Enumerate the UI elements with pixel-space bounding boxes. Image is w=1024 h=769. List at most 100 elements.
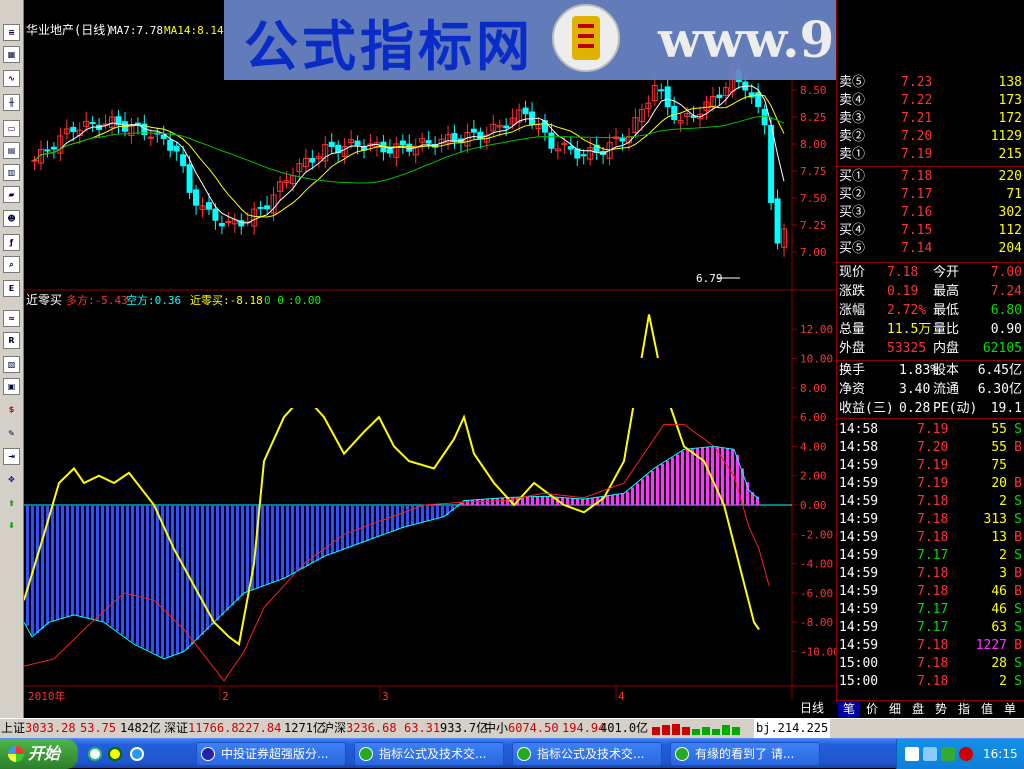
taskbar-item-2[interactable]: 指标公式及技术交... bbox=[354, 742, 504, 766]
quote-tab[interactable]: 价 bbox=[861, 701, 883, 718]
etf-icon[interactable]: E bbox=[3, 280, 20, 297]
tick-side: S bbox=[1014, 548, 1022, 563]
histogram-bar bbox=[26, 505, 29, 626]
bars-icon[interactable]: ▥ bbox=[3, 164, 20, 181]
line-chart-icon[interactable]: ∿ bbox=[3, 70, 20, 87]
hs-label: 沪深 bbox=[322, 721, 347, 735]
histogram-bar bbox=[141, 505, 144, 648]
show-desktop-icon[interactable] bbox=[88, 747, 102, 761]
histogram-bar bbox=[616, 494, 619, 505]
rsi-icon[interactable]: R bbox=[3, 332, 20, 349]
arrow-down-icon[interactable]: ⬇ bbox=[3, 518, 20, 535]
tick-volume: 20 bbox=[991, 476, 1007, 491]
chart-area[interactable]: 8.50 8.25 8.00 7.75 7.50 7.25 7.00 12.00 10.00 8.… bbox=[24, 0, 836, 718]
dollar-icon[interactable]: $ bbox=[3, 402, 20, 419]
histogram-bar bbox=[176, 505, 179, 655]
search-icon[interactable]: ⌕ bbox=[3, 256, 20, 273]
quote-tab[interactable]: 指 bbox=[953, 701, 975, 718]
exit-icon[interactable]: ⇥ bbox=[3, 448, 20, 465]
taskbar-item-1[interactable]: 中投证券超强版分... bbox=[196, 742, 346, 766]
calc-icon[interactable]: ▣ bbox=[3, 378, 20, 395]
shield-icon[interactable] bbox=[959, 747, 973, 761]
candle-body bbox=[658, 89, 665, 92]
arrow-up-icon[interactable]: ⬆ bbox=[3, 496, 20, 513]
network-icon[interactable] bbox=[923, 747, 937, 761]
candle-body bbox=[399, 140, 406, 146]
taskbar-item-4[interactable]: 有缘的看到了 请... bbox=[670, 742, 820, 766]
sz-value: 11766.8 bbox=[188, 721, 239, 735]
candle-body bbox=[451, 133, 458, 142]
histogram-bar bbox=[151, 505, 154, 653]
window-icon[interactable]: ▭ bbox=[3, 120, 20, 137]
quote-tab[interactable]: 单 bbox=[999, 701, 1021, 718]
quote-tab[interactable]: 势 bbox=[930, 701, 952, 718]
histogram-bar bbox=[421, 505, 424, 523]
ask-volume: 1129 bbox=[990, 129, 1022, 144]
wave-icon[interactable]: ≈ bbox=[3, 310, 20, 327]
tick-time: 14:59 bbox=[839, 476, 879, 491]
tick-volume: 3 bbox=[999, 566, 1007, 581]
bid-price: 7.16 bbox=[901, 205, 933, 220]
tick-volume: 313 bbox=[983, 512, 1007, 527]
folder-icon[interactable]: ▰ bbox=[3, 186, 20, 203]
users-icon[interactable]: ☻ bbox=[3, 210, 20, 227]
tick-time: 14:59 bbox=[839, 566, 879, 581]
histogram-bar bbox=[716, 446, 719, 505]
price-axis-label: 7.00 bbox=[800, 246, 827, 259]
bid-price: 7.18 bbox=[901, 169, 933, 184]
histogram-bar bbox=[201, 505, 204, 635]
candle-body bbox=[44, 149, 51, 152]
grid-icon[interactable]: ▦ bbox=[3, 46, 20, 63]
time-axis-label: 2 bbox=[222, 690, 229, 703]
sh-label: 上证 bbox=[1, 721, 26, 735]
tick-row: 14:59 7.18 13 B bbox=[837, 529, 1024, 547]
quote-tab[interactable]: 值 bbox=[976, 701, 998, 718]
histogram-bar bbox=[426, 505, 429, 522]
ie-icon[interactable] bbox=[130, 747, 144, 761]
quicklaunch-icon[interactable] bbox=[108, 747, 122, 761]
bid-label: 买④ bbox=[839, 223, 866, 238]
candle-body bbox=[386, 148, 393, 154]
histogram-bar bbox=[231, 505, 234, 606]
tray-icon[interactable] bbox=[905, 747, 919, 761]
histogram-bar bbox=[226, 505, 229, 611]
chart-canvas: 8.50 8.25 8.00 7.75 7.50 7.25 7.00 12.00 10.00 8.… bbox=[24, 0, 836, 715]
histogram-bar bbox=[626, 491, 629, 505]
kline-icon[interactable]: ╫ bbox=[3, 94, 20, 111]
histogram-bar bbox=[156, 505, 159, 655]
stat-value: 0.90 bbox=[990, 322, 1022, 337]
tool-icon[interactable]: ✎ bbox=[3, 426, 20, 443]
quote-list-icon[interactable]: ≡ bbox=[3, 24, 20, 41]
quote-tab[interactable]: 笔 bbox=[838, 701, 860, 718]
ind-axis-label: 12.00 bbox=[800, 323, 833, 336]
fundamental-row: 换手 1.83% 股本 6.45亿 bbox=[837, 362, 1024, 380]
chart-icon[interactable]: ▧ bbox=[3, 356, 20, 373]
tick-price: 7.19 bbox=[917, 422, 949, 437]
function-icon[interactable]: ƒ bbox=[3, 234, 20, 251]
tick-row: 14:58 7.20 55 B bbox=[837, 439, 1024, 457]
start-button[interactable]: 开始 bbox=[0, 739, 78, 769]
ask-price: 7.23 bbox=[901, 75, 933, 90]
quote-tab[interactable]: 盘 bbox=[907, 701, 929, 718]
histogram-bar bbox=[576, 498, 579, 505]
histogram-bar bbox=[481, 499, 484, 505]
volume-icon[interactable] bbox=[941, 747, 955, 761]
candle-body bbox=[567, 146, 574, 150]
histogram-bar bbox=[396, 505, 399, 530]
taskbar-item-3[interactable]: 指标公式及技术交... bbox=[512, 742, 662, 766]
histogram-bar bbox=[96, 505, 99, 621]
histogram-bar bbox=[701, 447, 704, 505]
tick-price: 7.18 bbox=[917, 584, 949, 599]
ask-label: 卖③ bbox=[839, 111, 866, 126]
hs-amount: 933.7亿 bbox=[440, 721, 489, 735]
histogram-bar bbox=[336, 505, 339, 552]
quote-tab[interactable]: 细 bbox=[884, 701, 906, 718]
move-icon[interactable]: ✥ bbox=[3, 472, 20, 489]
kong-value: 空方:0.36 bbox=[126, 293, 181, 307]
tick-row: 14:59 7.17 63 S bbox=[837, 619, 1024, 637]
zx-label: 中小 bbox=[484, 721, 509, 735]
bid-volume: 71 bbox=[1006, 187, 1022, 202]
stat-value: 11.5万 bbox=[887, 322, 932, 337]
table-icon[interactable]: ▤ bbox=[3, 142, 20, 159]
tick-price: 7.18 bbox=[917, 656, 949, 671]
